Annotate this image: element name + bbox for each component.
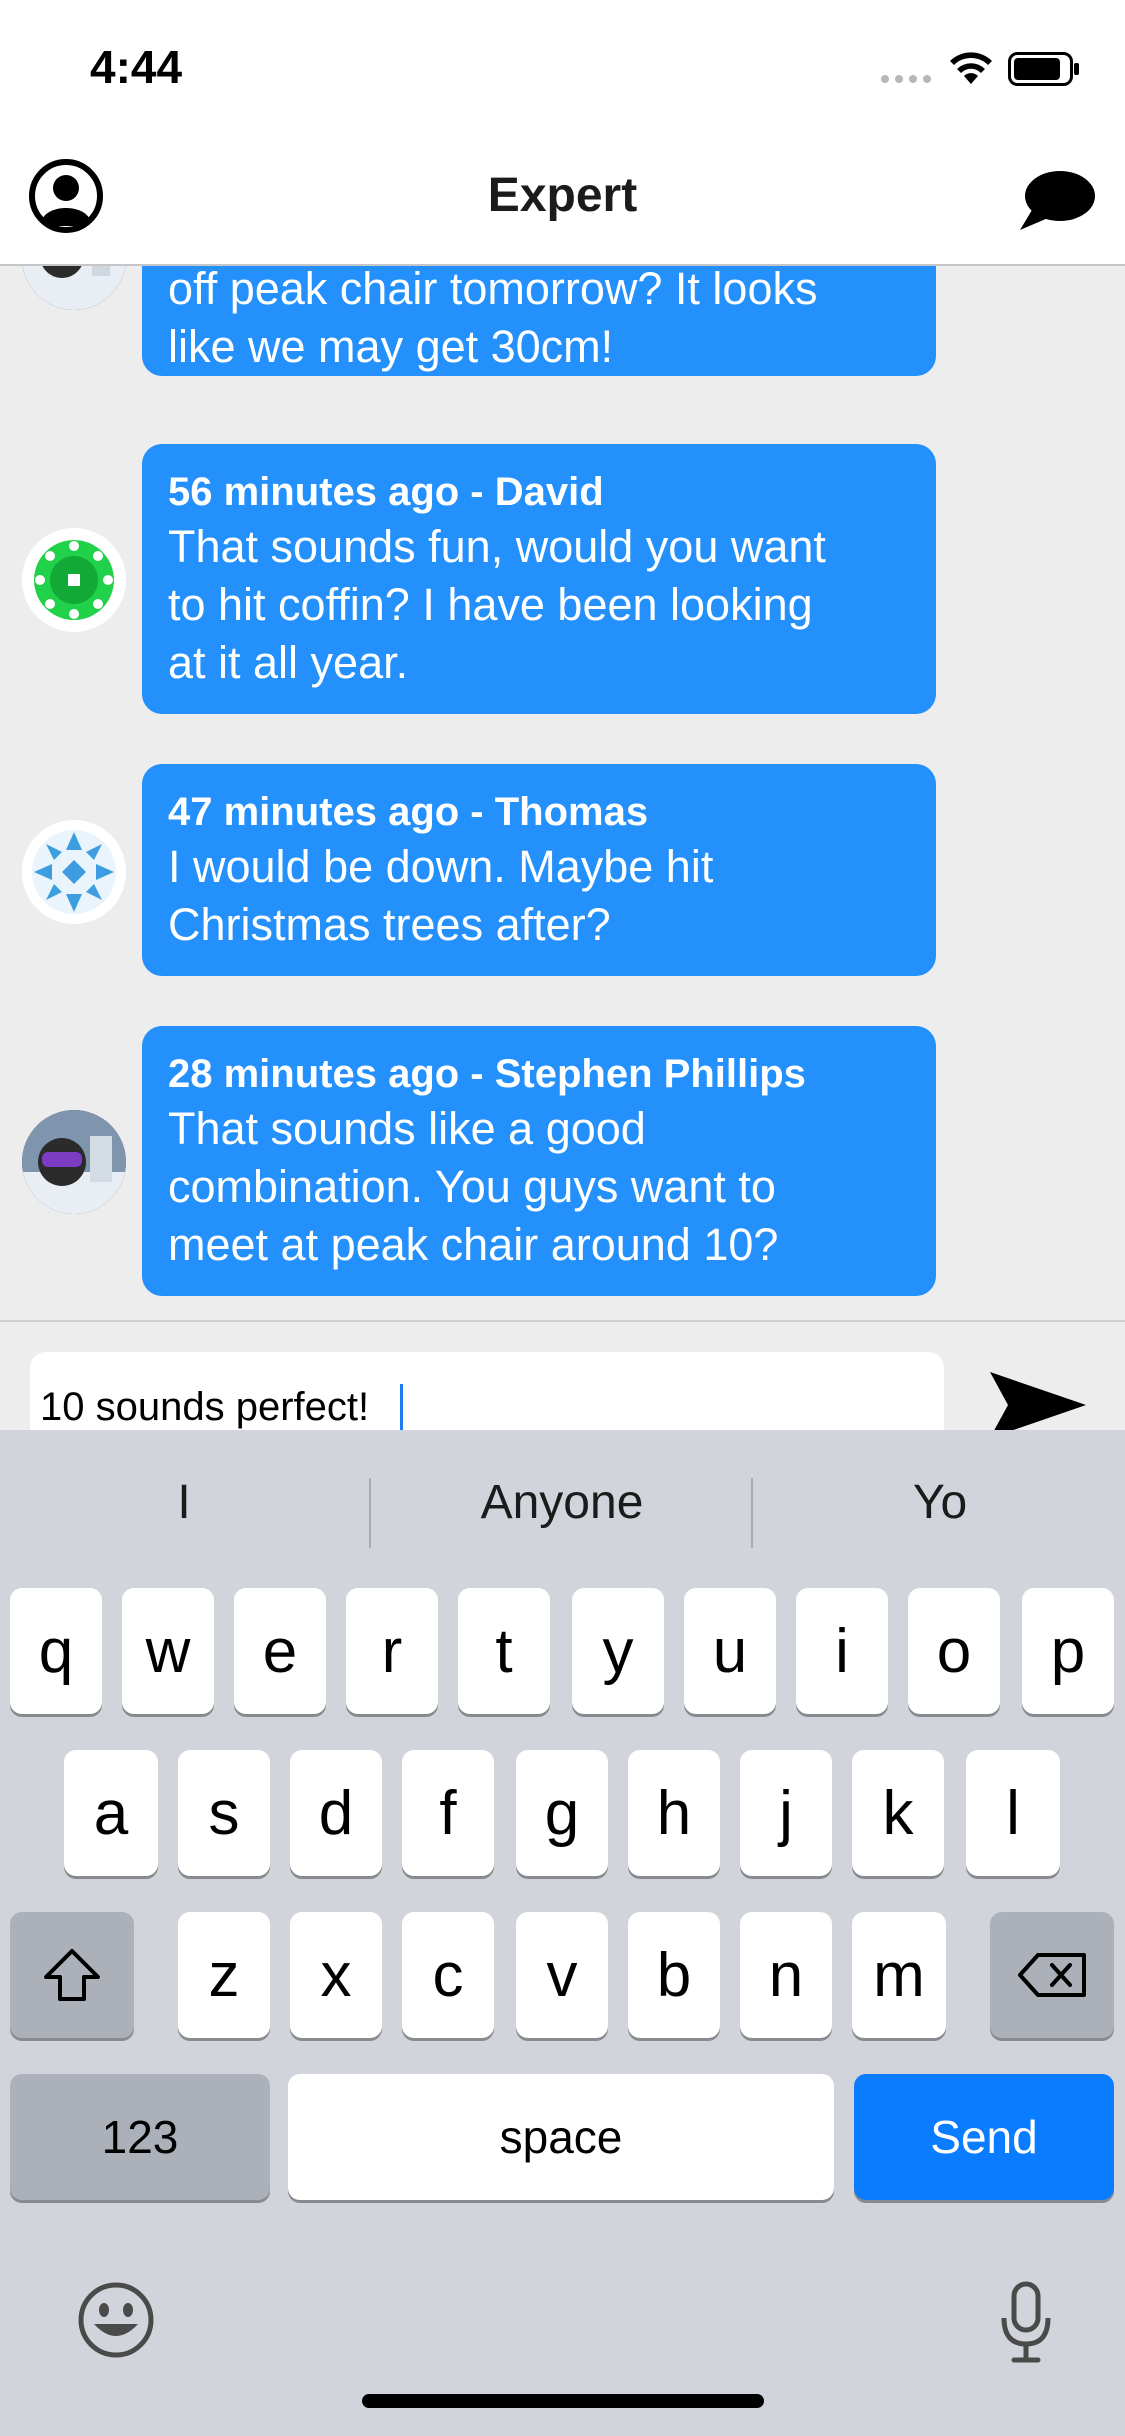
key-o[interactable]: o	[908, 1588, 1000, 1714]
key-g[interactable]: g	[516, 1750, 608, 1876]
green-pattern-avatar-icon	[22, 528, 126, 632]
text-caret	[400, 1384, 403, 1430]
message-meta: 28 minutes ago - Stephen Phillips	[168, 1052, 806, 1096]
key-f[interactable]: f	[402, 1750, 494, 1876]
message-text: I would be down. Maybe hit Christmas tre…	[168, 841, 714, 950]
suggestion-item[interactable]: I	[4, 1475, 364, 1530]
key-d[interactable]: d	[290, 1750, 382, 1876]
message-bubble[interactable]: 56 minutes ago - David That sounds fun, …	[142, 444, 936, 714]
key-c[interactable]: c	[402, 1912, 494, 2038]
key-n[interactable]: n	[740, 1912, 832, 2038]
avatar[interactable]	[22, 528, 126, 632]
key-y[interactable]: y	[572, 1588, 664, 1714]
emoji-icon[interactable]	[76, 2280, 156, 2360]
key-k[interactable]: k	[852, 1750, 944, 1876]
key-r[interactable]: r	[346, 1588, 438, 1714]
avatar[interactable]	[22, 266, 126, 310]
key-u[interactable]: u	[684, 1588, 776, 1714]
suggestion-divider	[369, 1478, 371, 1548]
space-key[interactable]: space	[288, 2074, 834, 2200]
status-time: 4:44	[90, 41, 183, 93]
message-bubble[interactable]: 28 minutes ago - Stephen Phillips That s…	[142, 1026, 936, 1296]
message-text: off peak chair tomorrow? It looks like w…	[168, 266, 818, 372]
page-title: Expert	[487, 169, 638, 222]
message-meta: 56 minutes ago - David	[168, 470, 604, 514]
key-b[interactable]: b	[628, 1912, 720, 2038]
shift-key[interactable]	[10, 1912, 134, 2038]
suggestion-item[interactable]: Anyone	[382, 1475, 742, 1530]
key-q[interactable]: q	[10, 1588, 102, 1714]
home-indicator	[362, 2394, 764, 2408]
message-text: That sounds fun, would you want to hit c…	[168, 521, 826, 688]
message-bubble[interactable]: 47 minutes ago - Thomas I would be down.…	[142, 764, 936, 976]
suggestion-item[interactable]: Yo	[760, 1475, 1120, 1530]
wifi-icon	[950, 52, 992, 84]
key-v[interactable]: v	[516, 1912, 608, 2038]
microphone-icon[interactable]	[998, 2280, 1054, 2364]
key-l[interactable]: l	[966, 1750, 1060, 1876]
key-s[interactable]: s	[178, 1750, 270, 1876]
key-z[interactable]: z	[178, 1912, 270, 2038]
battery-icon	[1008, 52, 1079, 86]
key-e[interactable]: e	[234, 1588, 326, 1714]
chat-bubble-icon[interactable]	[1018, 168, 1096, 234]
key-m[interactable]: m	[852, 1912, 946, 2038]
key-a[interactable]: a	[64, 1750, 158, 1876]
send-key[interactable]: Send	[854, 2074, 1114, 2200]
backspace-key[interactable]	[990, 1912, 1114, 2038]
message-list[interactable]: off peak chair tomorrow? It looks like w…	[0, 266, 1125, 1320]
photo-avatar-icon	[22, 266, 126, 310]
photo-avatar-icon	[22, 1110, 126, 1214]
key-w[interactable]: w	[122, 1588, 214, 1714]
message-bubble[interactable]: off peak chair tomorrow? It looks like w…	[142, 266, 936, 376]
message-text: That sounds like a good combination. You…	[168, 1103, 779, 1270]
key-x[interactable]: x	[290, 1912, 382, 2038]
blue-pattern-avatar-icon	[22, 820, 126, 924]
message-meta: 47 minutes ago - Thomas	[168, 790, 649, 834]
cellular-signal-icon	[881, 75, 931, 83]
shift-arrow-icon	[44, 1949, 100, 2001]
delete-icon	[1018, 1953, 1086, 1997]
key-t[interactable]: t	[458, 1588, 550, 1714]
numbers-key[interactable]: 123	[10, 2074, 270, 2200]
key-p[interactable]: p	[1022, 1588, 1114, 1714]
suggestion-divider	[751, 1478, 753, 1548]
key-j[interactable]: j	[740, 1750, 832, 1876]
key-i[interactable]: i	[796, 1588, 888, 1714]
key-h[interactable]: h	[628, 1750, 720, 1876]
avatar[interactable]	[22, 1110, 126, 1214]
avatar[interactable]	[22, 820, 126, 924]
